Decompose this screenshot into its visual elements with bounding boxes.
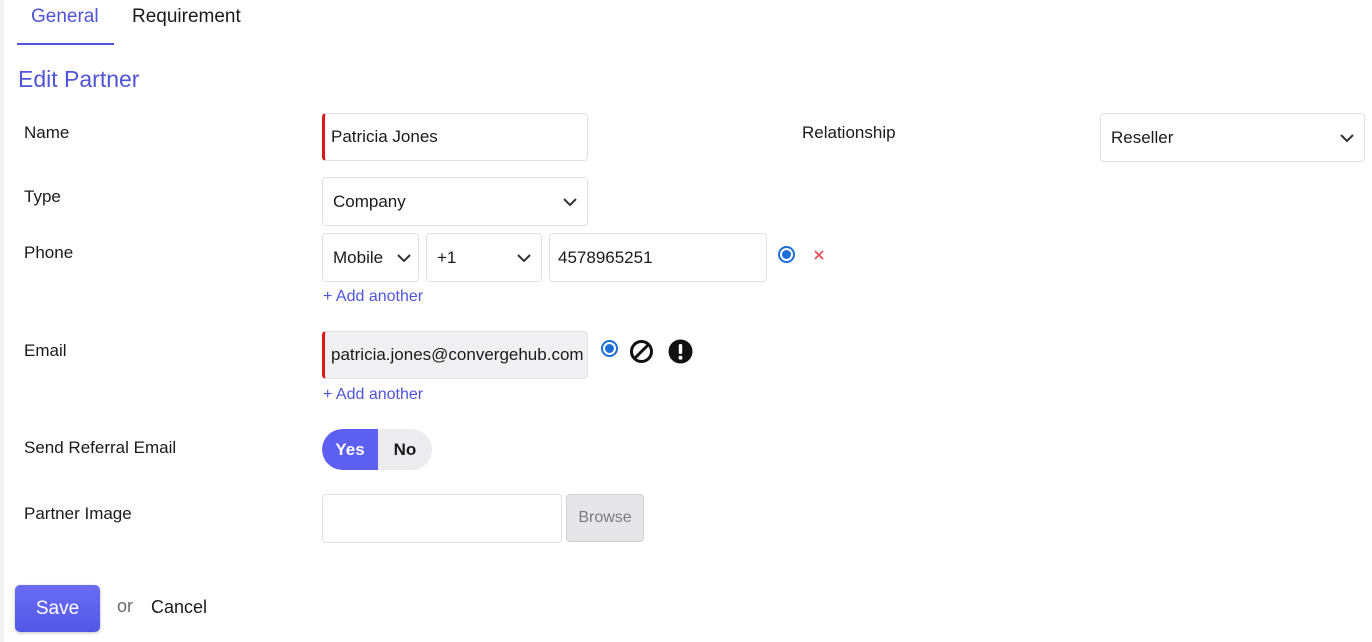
tab-requirement[interactable]: Requirement <box>132 6 241 28</box>
chevron-down-icon <box>517 253 531 262</box>
save-button[interactable]: Save <box>15 585 100 632</box>
phone-number-input[interactable]: 4578965251 <box>549 233 767 282</box>
name-value: Patricia Jones <box>331 127 438 146</box>
country-code-select[interactable]: +1 <box>426 233 542 282</box>
email-input[interactable]: patricia.jones@convergehub.com <box>322 331 588 379</box>
tab-general[interactable]: General <box>31 6 99 28</box>
send-referral-label: Send Referral Email <box>24 438 177 457</box>
relationship-select[interactable]: Reseller <box>1100 113 1365 162</box>
email-label: Email <box>24 341 67 360</box>
name-label: Name <box>24 123 70 142</box>
active-tab-indicator <box>17 43 114 45</box>
chevron-down-icon <box>397 253 411 262</box>
country-code-value: +1 <box>437 247 457 267</box>
phone-type-value: Mobile <box>333 247 384 267</box>
add-phone-link[interactable]: + Add another <box>323 288 423 306</box>
primary-phone-radio[interactable] <box>778 246 795 263</box>
partner-image-label: Partner Image <box>24 504 132 523</box>
page-title: Edit Partner <box>18 66 140 92</box>
prohibited-icon[interactable] <box>629 339 654 364</box>
email-value: patricia.jones@convergehub.com <box>331 345 584 364</box>
browse-button[interactable]: Browse <box>566 494 644 542</box>
send-referral-toggle: Yes No <box>322 429 432 470</box>
chevron-down-icon <box>563 197 577 206</box>
chevron-down-icon <box>1340 133 1354 142</box>
partner-image-file-input[interactable] <box>322 494 562 543</box>
referral-yes-option[interactable]: Yes <box>322 429 378 470</box>
referral-no-option[interactable]: No <box>378 429 432 470</box>
left-edge-strip <box>0 0 4 642</box>
relationship-value: Reseller <box>1111 127 1174 147</box>
name-input[interactable]: Patricia Jones <box>322 113 588 161</box>
type-label: Type <box>24 187 61 206</box>
close-icon[interactable] <box>813 249 825 261</box>
phone-type-select[interactable]: Mobile <box>322 233 419 282</box>
or-separator: or <box>117 596 134 616</box>
exclamation-circle-icon[interactable] <box>668 339 693 364</box>
cancel-link[interactable]: Cancel <box>151 597 207 618</box>
phone-label: Phone <box>24 243 74 262</box>
add-email-link[interactable]: + Add another <box>323 386 423 404</box>
relationship-label: Relationship <box>802 123 896 142</box>
type-value: Company <box>333 191 406 211</box>
phone-number-value: 4578965251 <box>558 247 653 267</box>
primary-email-radio[interactable] <box>601 340 618 357</box>
type-select[interactable]: Company <box>322 177 588 226</box>
